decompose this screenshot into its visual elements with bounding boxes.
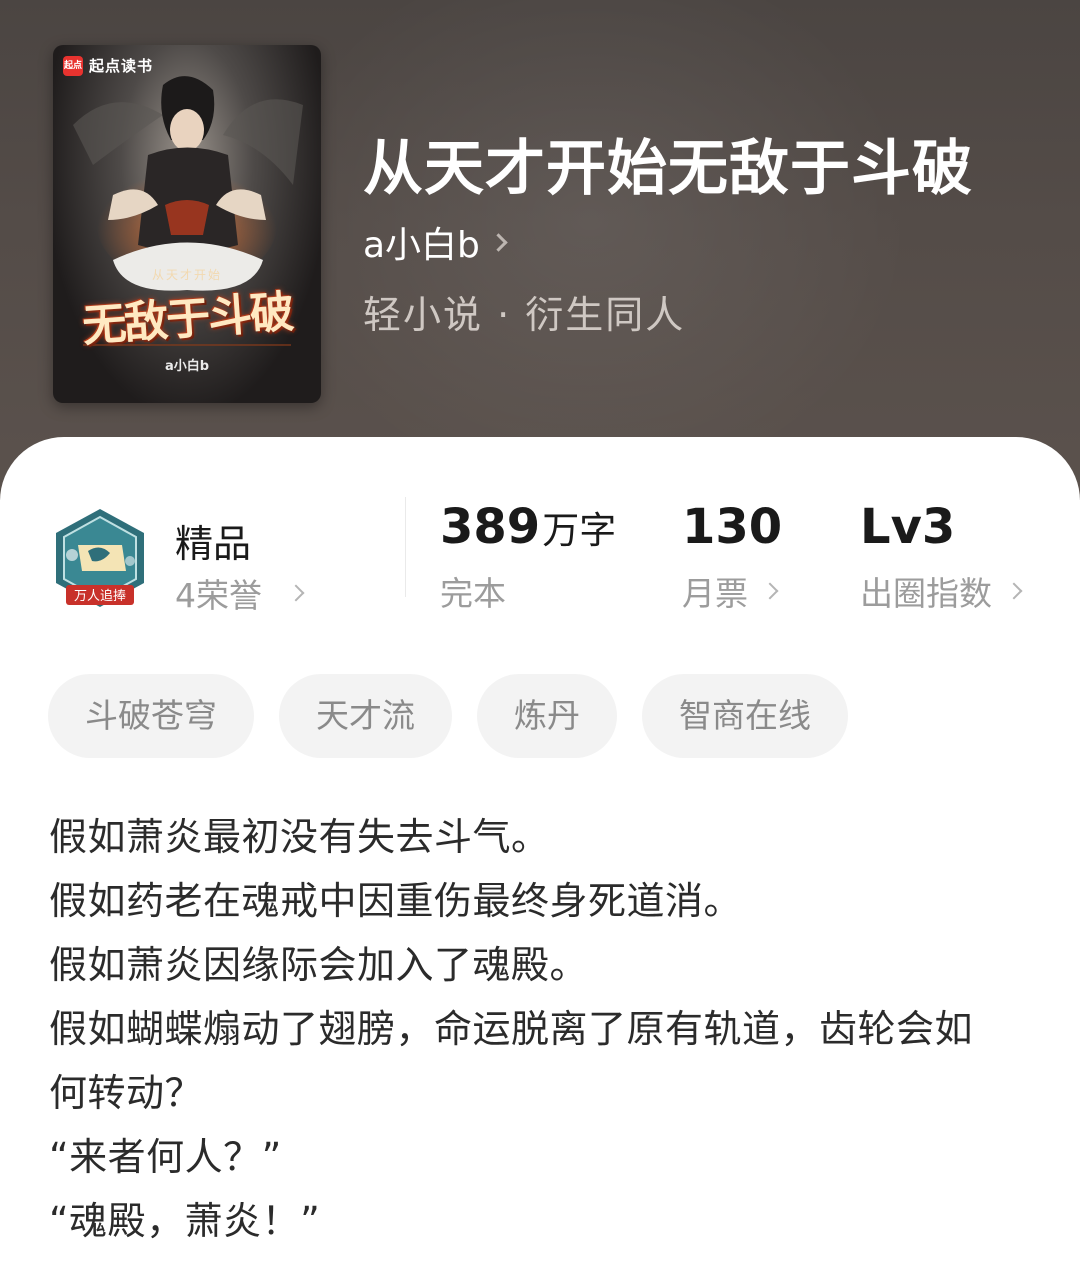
divider <box>405 497 406 597</box>
synopsis-line: “魂殿，萧炎！” <box>49 1199 321 1243</box>
completion-status: 完本 <box>440 574 506 613</box>
cover-brand: 起点 起点读书 <box>63 55 153 76</box>
book-info-card: 万人追捧 精品 4荣誉 389万字 完本 130 月票 Lv3 出圈指数 斗破苍… <box>0 437 1080 1269</box>
cover-author: a小白b <box>164 359 210 374</box>
tag-chip[interactable]: 斗破苍穹 <box>48 674 254 758</box>
honor-title: 精品 <box>175 522 252 566</box>
honor-section[interactable]: 万人追捧 精品 4荣誉 <box>48 505 328 615</box>
qidian-logo-icon: 起点 <box>63 55 83 76</box>
book-synopsis[interactable]: 假如萧炎最初没有失去斗气。 假如药老在魂戒中因重伤最终身死道消。 假如萧炎因缘际… <box>49 805 1009 1253</box>
stat-monthly-tickets[interactable]: 130 月票 <box>682 499 782 615</box>
book-genre: 轻小说 · 衍生同人 <box>363 293 686 337</box>
tag-chip[interactable]: 天才流 <box>279 674 452 758</box>
cover-brand-name: 起点读书 <box>89 57 154 75</box>
honor-count: 4荣誉 <box>175 569 305 617</box>
synopsis-line: 假如萧炎因缘际会加入了魂殿。 <box>49 943 589 987</box>
synopsis-line: “来者何人？” <box>49 1135 282 1179</box>
word-count-unit: 万字 <box>542 509 617 552</box>
tag-list: 斗破苍穹 天才流 炼丹 智商在线 <box>48 674 848 758</box>
tag-chip[interactable]: 智商在线 <box>642 674 848 758</box>
synopsis-line: 假如蝴蝶煽动了翅膀，命运脱离了原有轨道，齿轮会如何转动？ <box>49 1007 974 1115</box>
honor-count-label: 4荣誉 <box>175 576 262 615</box>
word-count-value: 389 <box>440 499 541 555</box>
stat-word-count: 389万字 完本 <box>440 499 616 615</box>
stat-popularity-index[interactable]: Lv3 出圈指数 <box>860 499 1023 615</box>
popularity-index-label: 出圈指数 <box>860 574 992 613</box>
tag-chip[interactable]: 炼丹 <box>477 674 617 758</box>
monthly-tickets-label: 月票 <box>682 574 748 613</box>
honor-badge-icon: 万人追捧 <box>56 509 144 607</box>
author-name: a小白b <box>363 225 480 266</box>
synopsis-line: 假如药老在魂戒中因重伤最终身死道消。 <box>49 879 743 923</box>
book-cover[interactable]: 起点 起点读书 从天才开始 无敌于斗破 a小白b <box>53 45 321 403</box>
honor-badge-text: 万人追捧 <box>74 588 126 604</box>
chevron-right-icon <box>761 582 779 600</box>
popularity-index-value: Lv3 <box>860 499 956 555</box>
chevron-right-icon <box>489 232 508 252</box>
author-link[interactable]: a小白b <box>363 216 508 268</box>
synopsis-line: 假如萧炎最初没有失去斗气。 <box>49 815 550 859</box>
book-header: 起点 起点读书 从天才开始 无敌于斗破 a小白b 从天才开始无敌于斗破 a小白b… <box>0 0 1080 500</box>
chevron-right-icon <box>287 584 305 602</box>
book-title: 从天才开始无敌于斗破 <box>363 134 973 204</box>
chevron-right-icon <box>1005 582 1023 600</box>
monthly-tickets-value: 130 <box>682 499 783 555</box>
